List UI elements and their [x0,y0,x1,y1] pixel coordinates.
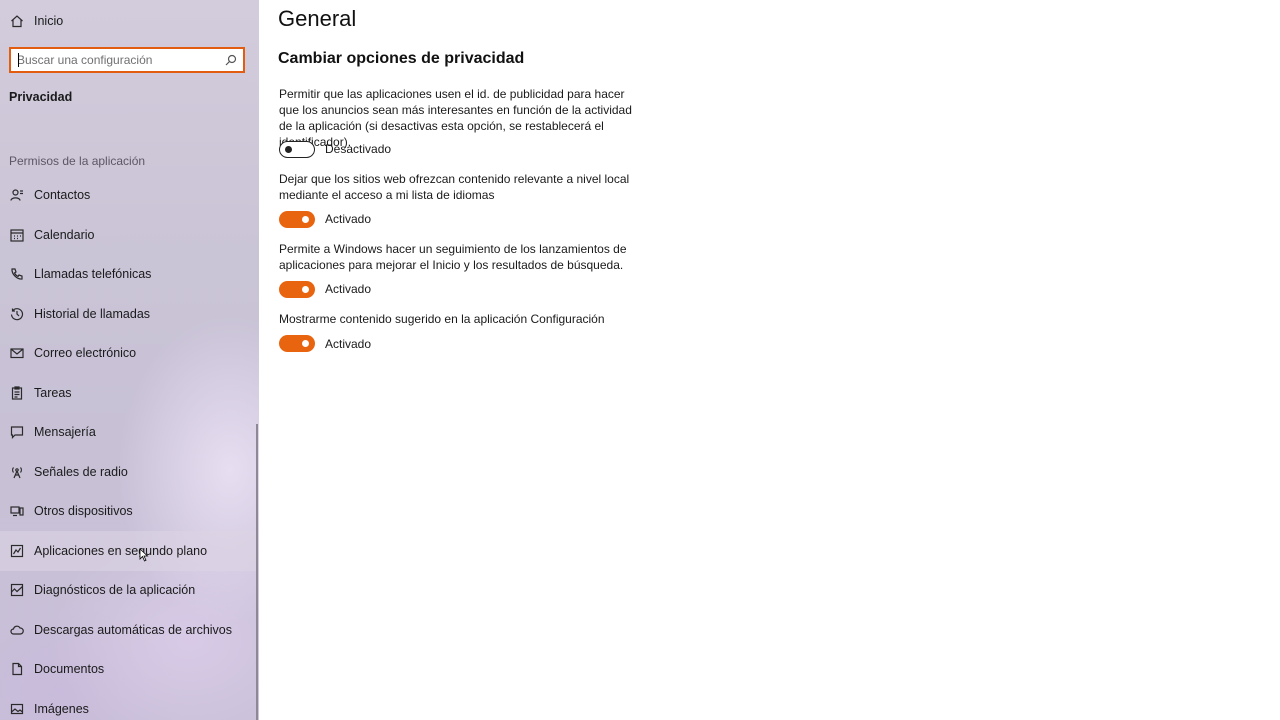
sidebar-scrollbar[interactable] [256,424,258,720]
sidebar-item-background-apps[interactable]: Aplicaciones en segundo plano [0,531,256,571]
main-content: General Cambiar opciones de privacidad P… [278,0,1280,720]
sidebar-item-label: Historial de llamadas [34,307,151,321]
setting-suggested-content-description: Mostrarme contenido sugerido en la aplic… [279,312,605,326]
section-title-privacy: Privacidad [9,90,73,104]
home-icon [0,1,34,41]
sidebar-item-label: Diagnósticos de la aplicación [34,583,196,597]
image-icon [0,689,34,720]
toggle-knob [302,286,309,293]
setting-advertising-id-description: Permitir que las aplicaciones usen el id… [279,87,632,149]
sidebar-item-label: Otros dispositivos [34,504,133,518]
suggested-content-toggle[interactable] [279,335,315,352]
advertising-id-state: Desactivado [325,142,392,156]
sidebar-item-label: Mensajería [34,425,96,439]
sidebar-item-contacts[interactable]: Contactos [0,175,256,215]
background-apps-icon [0,531,34,571]
app-launch-tracking-toggle[interactable] [279,281,315,298]
sidebar-item-radios[interactable]: Señales de radio [0,452,256,492]
sidebar-item-label: Aplicaciones en segundo plano [34,544,208,558]
sidebar-item-documents[interactable]: Documentos [0,649,256,689]
tasks-icon [0,373,34,413]
diagnostics-icon [0,570,34,610]
setting-language-list-description: Dejar que los sitios web ofrezcan conten… [279,172,630,202]
language-list-toggle[interactable] [279,211,315,228]
sidebar-item-phone-calls[interactable]: Llamadas telefónicas [0,254,256,294]
contacts-icon [0,175,34,215]
sidebar-item-app-diagnostics[interactable]: Diagnósticos de la aplicación [0,570,256,610]
sidebar-item-label: Llamadas telefónicas [34,267,152,281]
sidebar: Inicio Privacidad Permisos de la aplicac… [0,0,259,720]
sidebar-item-home[interactable]: Inicio [0,1,256,41]
cloud-icon [0,610,34,650]
text-caret [18,53,19,67]
toggle-knob [302,216,309,223]
section-subtitle: Cambiar opciones de privacidad [278,50,525,67]
sidebar-item-label: Señales de radio [34,465,128,479]
calendar-icon [0,215,34,255]
sidebar-item-label: Correo electrónico [34,346,137,360]
sidebar-item-call-history[interactable]: Historial de llamadas [0,294,256,334]
devices-icon [0,491,34,531]
sidebar-item-tasks[interactable]: Tareas [0,373,256,413]
message-icon [0,412,34,452]
sidebar-item-email[interactable]: Correo electrónico [0,333,256,373]
sidebar-item-calendar[interactable]: Calendario [0,215,256,255]
mail-icon [0,333,34,373]
toggle-knob [302,340,309,347]
sidebar-item-images[interactable]: Imágenes [0,689,256,720]
toggle-knob [285,145,292,153]
setting-app-launch-tracking-description: Permite a Windows hacer un seguimiento d… [279,242,627,272]
permissions-header: Permisos de la aplicación [9,154,146,168]
document-icon [0,649,34,689]
search-input[interactable] [11,53,211,67]
sidebar-item-label: Documentos [34,662,105,676]
sidebar-item-other-devices[interactable]: Otros dispositivos [0,491,256,531]
radio-icon [0,452,34,492]
page-title: General [278,6,357,31]
sidebar-item-label: Calendario [34,228,95,242]
sidebar-item-label: Contactos [34,188,91,202]
sidebar-item-auto-downloads[interactable]: Descargas automáticas de archivos [0,610,256,650]
sidebar-item-label: Tareas [34,386,72,400]
advertising-id-toggle[interactable] [279,141,315,158]
sidebar-item-label: Inicio [34,14,64,28]
mouse-cursor-icon [139,548,149,562]
sidebar-item-label: Imágenes [34,702,89,716]
phone-icon [0,254,34,294]
suggested-content-state: Activado [325,337,372,351]
search-icon[interactable] [224,53,238,67]
search-field[interactable] [9,47,245,73]
sidebar-item-messaging[interactable]: Mensajería [0,412,256,452]
app-launch-tracking-state: Activado [325,282,372,296]
history-icon [0,294,34,334]
sidebar-item-label: Descargas automáticas de archivos [34,623,233,637]
language-list-state: Activado [325,212,372,226]
